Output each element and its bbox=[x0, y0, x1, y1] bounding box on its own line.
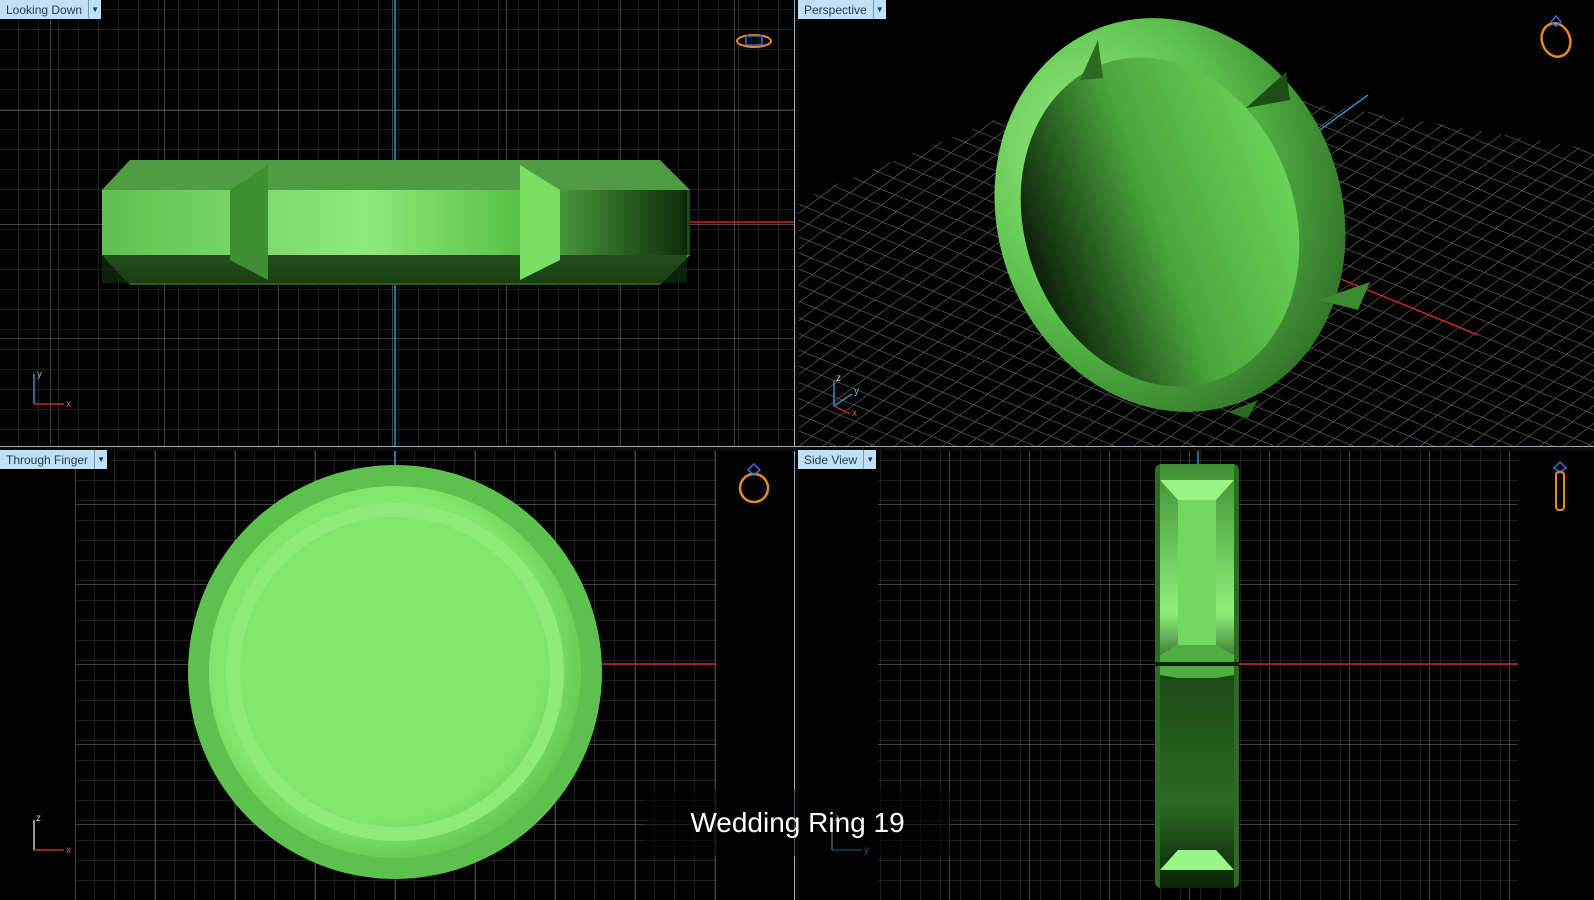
axis-label-x: x bbox=[66, 399, 71, 408]
chevron-down-icon[interactable]: ▼ bbox=[872, 0, 886, 19]
ring-front-view-icon[interactable] bbox=[734, 460, 774, 504]
viewport-label: Perspective bbox=[798, 0, 873, 19]
viewport-looking-down[interactable]: Looking Down ▼ y x bbox=[0, 0, 794, 446]
viewport-splitter-horizontal[interactable] bbox=[0, 446, 1594, 451]
viewport-perspective[interactable]: Perspective ▼ z y x bbox=[798, 0, 1594, 446]
ring-top-view bbox=[102, 160, 690, 285]
chevron-down-icon[interactable]: ▼ bbox=[863, 450, 877, 469]
ring-through-finger-view bbox=[188, 465, 602, 879]
viewport-label: Side View bbox=[798, 450, 864, 469]
axis-label-x: x bbox=[66, 845, 71, 856]
viewport-label: Through Finger bbox=[0, 450, 95, 469]
axis-triad: z x bbox=[33, 813, 71, 856]
axis-triad: z y x bbox=[833, 373, 859, 419]
viewport-tab[interactable]: Side View ▼ bbox=[798, 450, 877, 469]
axis-triad: y x bbox=[33, 369, 71, 408]
ring-perspective-view bbox=[994, 18, 1370, 418]
axis-label-z: z bbox=[836, 373, 841, 384]
ring-side-view bbox=[1155, 464, 1239, 888]
viewport-tab[interactable]: Perspective ▼ bbox=[798, 0, 886, 19]
chevron-down-icon[interactable]: ▼ bbox=[88, 0, 102, 19]
axis-label-x: x bbox=[852, 408, 857, 419]
perspective-scene bbox=[798, 18, 1594, 446]
ring-perspective-view-icon[interactable] bbox=[1536, 12, 1576, 60]
viewport-label: Looking Down bbox=[0, 0, 89, 19]
ring-top-view-icon[interactable] bbox=[734, 30, 774, 52]
looking-down-scene bbox=[0, 0, 794, 446]
axis-label-y: y bbox=[854, 386, 859, 397]
chevron-down-icon[interactable]: ▼ bbox=[94, 450, 108, 469]
axis-label-y: y bbox=[37, 369, 42, 380]
viewport-tab[interactable]: Through Finger ▼ bbox=[0, 450, 108, 469]
ring-side-view-icon[interactable] bbox=[1548, 458, 1572, 514]
viewport-tab[interactable]: Looking Down ▼ bbox=[0, 0, 102, 19]
axis-label-z: z bbox=[36, 813, 41, 824]
model-title-caption: Wedding Ring 19 bbox=[645, 790, 950, 856]
